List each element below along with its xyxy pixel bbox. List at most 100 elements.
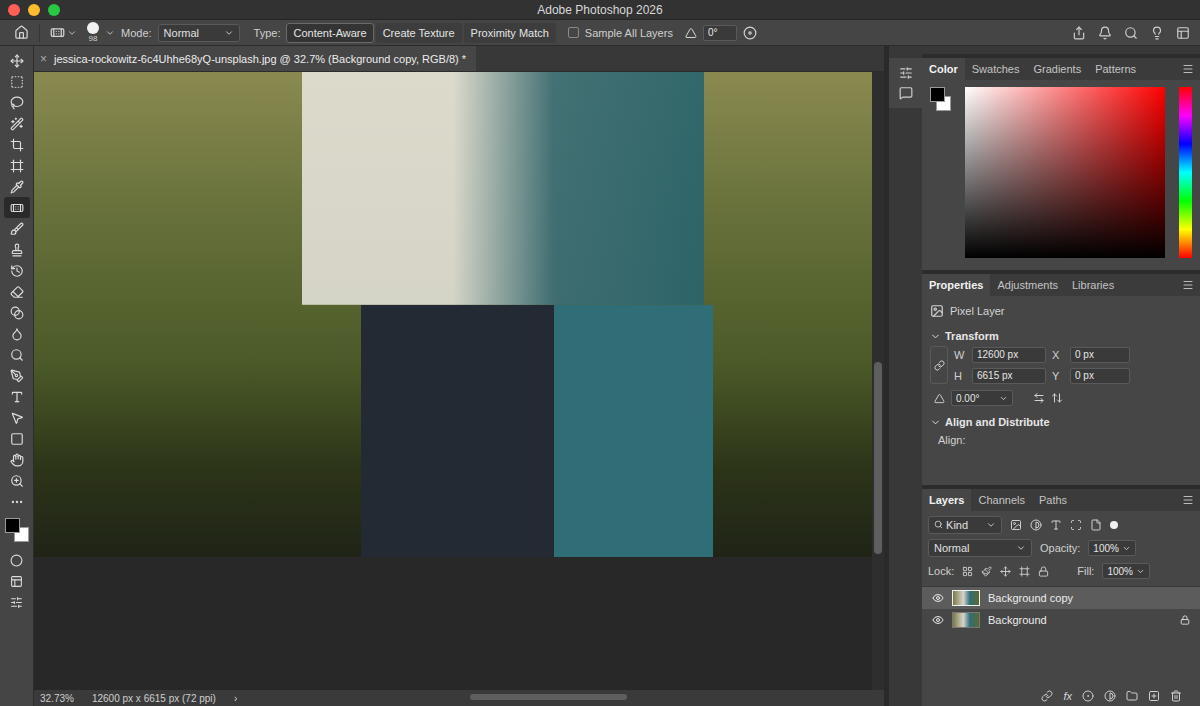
vertical-scrollbar[interactable]: [872, 72, 884, 690]
tool-button[interactable]: [4, 50, 30, 71]
bell-icon[interactable]: [1098, 26, 1112, 40]
layer-filter-select[interactable]: Kind: [928, 516, 1002, 534]
close-button[interactable]: [8, 4, 20, 16]
tool-button[interactable]: [4, 92, 30, 113]
opacity-field[interactable]: 100%: [1088, 540, 1136, 556]
tool-button[interactable]: [4, 260, 30, 281]
brush-picker[interactable]: 98: [83, 22, 115, 43]
tool-button[interactable]: [4, 113, 30, 134]
angle-field[interactable]: 0.00°: [951, 390, 1013, 406]
type-button[interactable]: Content-Aware: [286, 23, 373, 43]
tool-button[interactable]: [4, 365, 30, 386]
visibility-eye-icon[interactable]: [932, 592, 944, 604]
sample-all-layers-checkbox[interactable]: Sample All Layers: [568, 27, 673, 39]
lock-pixels-icon[interactable]: [981, 566, 992, 577]
minimize-button[interactable]: [28, 4, 40, 16]
link-layers-icon[interactable]: [1041, 690, 1053, 702]
panel-tab[interactable]: Patterns: [1088, 58, 1143, 80]
tool-button[interactable]: [4, 323, 30, 344]
tool-preset-picker[interactable]: [50, 25, 77, 40]
tool-button[interactable]: [4, 134, 30, 155]
scroll-thumb[interactable]: [470, 694, 627, 700]
type-filter-icon[interactable]: [1050, 519, 1062, 531]
panel-menu-icon[interactable]: [1182, 279, 1194, 291]
lock-all-icon[interactable]: [1038, 566, 1049, 577]
panel-tab[interactable]: Libraries: [1065, 274, 1121, 296]
pixel-filter-icon[interactable]: [1010, 519, 1022, 531]
shape-filter-icon[interactable]: [1070, 519, 1082, 531]
tool-button[interactable]: [4, 281, 30, 302]
panel-tab[interactable]: Properties: [922, 274, 990, 296]
flip-horizontal-icon[interactable]: [1033, 392, 1045, 404]
tool-button[interactable]: [4, 71, 30, 92]
color-swatches[interactable]: [930, 87, 951, 111]
tool-button[interactable]: [4, 344, 30, 365]
home-icon[interactable]: [14, 25, 29, 40]
quick-mask-button[interactable]: [4, 550, 30, 571]
canvas-area[interactable]: [34, 72, 872, 690]
lock-position-icon[interactable]: [1000, 566, 1011, 577]
align-section[interactable]: Align and Distribute: [930, 416, 1192, 428]
share-icon[interactable]: [1072, 26, 1086, 40]
tool-button[interactable]: [4, 470, 30, 491]
photo[interactable]: [34, 72, 872, 557]
adjustment-layer-icon[interactable]: [1104, 690, 1116, 702]
fill-field[interactable]: 100%: [1102, 563, 1150, 579]
screen-mode-button[interactable]: [4, 571, 30, 592]
hue-slider[interactable]: [1179, 87, 1192, 258]
transform-field[interactable]: 6615 px: [972, 368, 1046, 384]
scroll-thumb[interactable]: [874, 362, 882, 554]
adjustment-filter-icon[interactable]: [1030, 519, 1042, 531]
foreground-swatch[interactable]: [5, 518, 20, 533]
flip-vertical-icon[interactable]: [1051, 392, 1063, 404]
tool-button[interactable]: [4, 155, 30, 176]
transform-section[interactable]: Transform: [930, 330, 1192, 342]
blend-mode-select[interactable]: Normal: [928, 539, 1032, 557]
panel-tab[interactable]: Swatches: [965, 58, 1027, 80]
foreground-swatch[interactable]: [930, 87, 945, 102]
horizontal-scrollbar[interactable]: [295, 694, 878, 702]
zoom-button[interactable]: [48, 4, 60, 16]
panel-tab[interactable]: Color: [922, 58, 965, 80]
search-icon[interactable]: [1124, 26, 1138, 40]
color-field[interactable]: [965, 87, 1165, 258]
transform-field[interactable]: 0 px: [1070, 368, 1130, 384]
properties-icon[interactable]: [899, 66, 913, 80]
type-button[interactable]: Create Texture: [376, 23, 462, 43]
layer-row[interactable]: Background copy: [922, 587, 1200, 609]
panel-tab[interactable]: Gradients: [1026, 58, 1088, 80]
transform-field[interactable]: 0 px: [1070, 347, 1130, 363]
layer-style-button[interactable]: fx: [1063, 690, 1072, 702]
comments-icon[interactable]: [899, 86, 913, 100]
tool-button[interactable]: [4, 239, 30, 260]
tool-button[interactable]: [4, 302, 30, 323]
filter-toggle[interactable]: [1110, 521, 1118, 529]
smart-object-filter-icon[interactable]: [1090, 519, 1102, 531]
lock-transparency-icon[interactable]: [962, 566, 973, 577]
workspace-icon[interactable]: [1176, 26, 1190, 40]
lightbulb-icon[interactable]: [1150, 26, 1164, 40]
tool-button[interactable]: [4, 176, 30, 197]
new-layer-icon[interactable]: [1148, 690, 1160, 702]
layer-row[interactable]: Background: [922, 609, 1200, 631]
type-button[interactable]: Proximity Match: [464, 23, 556, 43]
document-tab[interactable]: ×jessica-rockowitz-6c4Uhhe68yQ-unsplash.…: [34, 46, 476, 71]
panel-menu-icon[interactable]: [1182, 63, 1194, 75]
tool-button[interactable]: [4, 428, 30, 449]
tool-button[interactable]: [4, 407, 30, 428]
visibility-eye-icon[interactable]: [932, 614, 944, 626]
edit-toolbar-button[interactable]: [4, 592, 30, 613]
panel-tab[interactable]: Paths: [1032, 489, 1074, 511]
close-tab-button[interactable]: ×: [40, 52, 47, 66]
panel-menu-icon[interactable]: [1182, 494, 1194, 506]
tool-button[interactable]: [4, 449, 30, 470]
pressure-icon[interactable]: [743, 26, 757, 40]
panel-tab[interactable]: Layers: [922, 489, 971, 511]
tool-button[interactable]: [4, 197, 30, 218]
add-mask-icon[interactable]: [1082, 690, 1094, 702]
lock-artboard-icon[interactable]: [1019, 566, 1030, 577]
panel-tab[interactable]: Adjustments: [990, 274, 1065, 296]
tool-button[interactable]: [4, 218, 30, 239]
color-swatches[interactable]: [5, 518, 29, 542]
tool-button[interactable]: [4, 386, 30, 407]
